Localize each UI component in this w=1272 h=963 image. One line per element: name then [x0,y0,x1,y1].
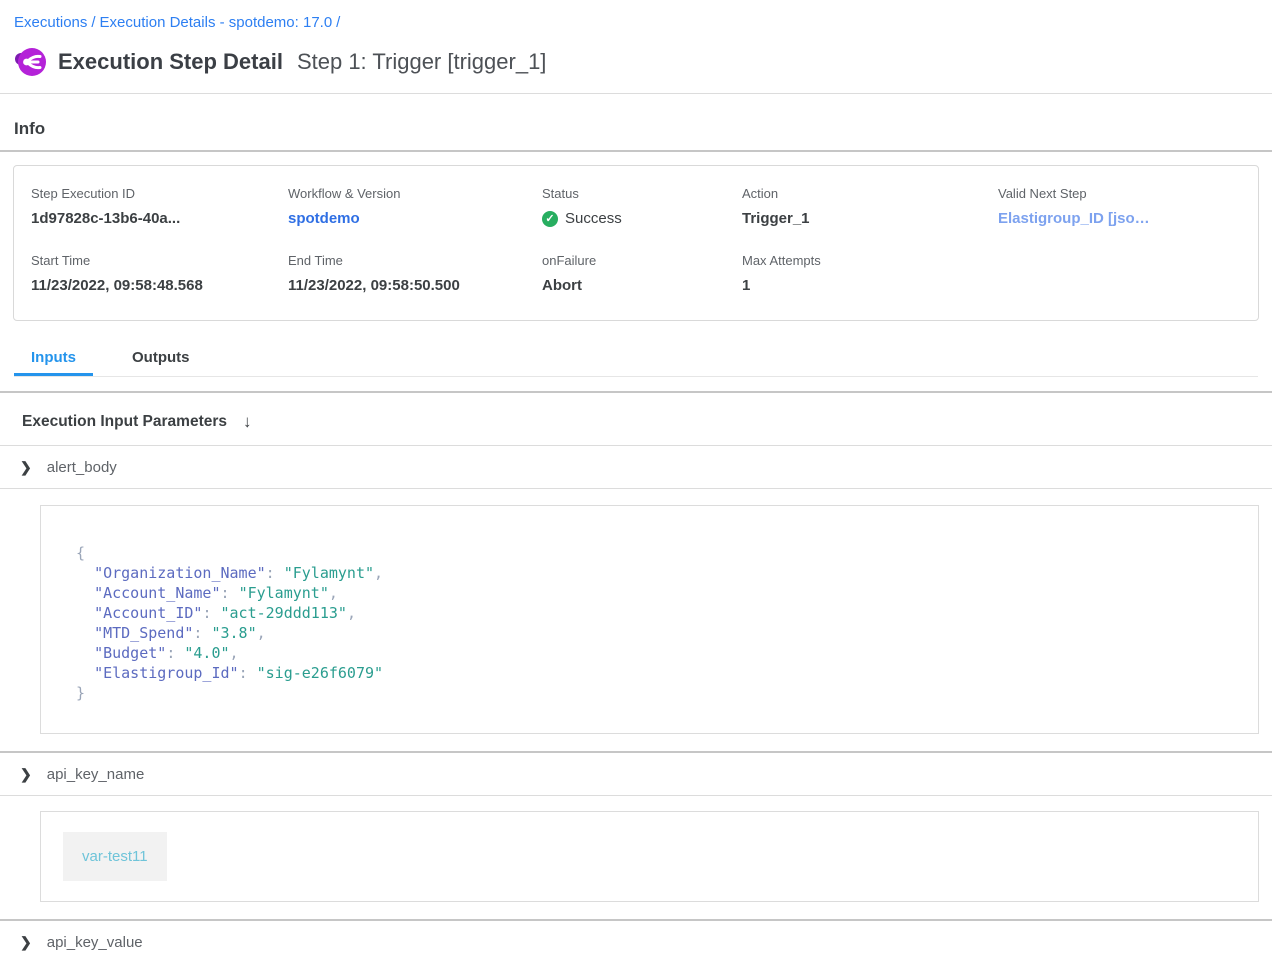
field-onfailure: onFailure Abort [542,253,742,294]
spacer [0,902,1272,919]
field-value: 1d97828c-13b6-40a... [31,210,288,227]
field-status: Status ✓ Success [542,186,742,227]
field-action: Action Trigger_1 [742,186,998,227]
api-key-name-content-box: var-test11 [40,811,1259,902]
breadcrumb-trailing-separator: / [332,14,344,31]
field-label: Max Attempts [742,253,998,268]
field-max-attempts: Max Attempts 1 [742,253,998,294]
page-header: Execution Step Detail Step 1: Trigger [t… [0,31,1272,94]
field-value: Trigger_1 [742,210,998,227]
divider [0,150,1272,152]
code-line: "MTD_Spend": "3.8", [76,623,1238,643]
execution-input-parameters-header: Execution Input Parameters ↓ [0,393,1272,445]
info-card: Step Execution ID 1d97828c-13b6-40a... W… [13,165,1259,321]
field-value: 11/23/2022, 09:58:50.500 [288,277,542,294]
section-label: api_key_name [47,766,145,783]
section-row-api-key-name[interactable]: ❯ api_key_name [0,753,1272,795]
scroll-down-arrow-icon[interactable]: ↓ [243,412,252,432]
execution-input-parameters-title: Execution Input Parameters [22,413,227,431]
info-section-heading: Info [0,94,1272,150]
success-check-icon: ✓ [542,211,558,227]
code-line: { [76,543,1238,563]
field-label: Start Time [31,253,288,268]
page-title: Execution Step Detail [58,49,283,75]
tab-outputs[interactable]: Outputs [115,335,207,376]
code-line: } [76,683,1238,703]
field-label: Valid Next Step [998,186,1248,201]
json-code-viewer[interactable]: { "Organization_Name": "Fylamynt", "Acco… [76,543,1238,703]
valid-next-step-link[interactable]: Elastigroup_ID [jso… [998,210,1248,227]
tab-inputs[interactable]: Inputs [14,335,93,376]
status-badge: ✓ Success [542,210,742,227]
section-row-api-key-value[interactable]: ❯ api_key_value [0,921,1272,963]
breadcrumb-separator: / [87,14,99,31]
breadcrumb: Executions/Execution Details - spotdemo:… [0,0,1272,31]
code-line: "Budget": "4.0", [76,643,1238,663]
status-text: Success [565,210,622,227]
field-step-execution-id: Step Execution ID 1d97828c-13b6-40a... [31,186,288,227]
field-label: Action [742,186,998,201]
divider [0,795,1272,796]
fylamynt-logo-icon [14,46,46,78]
field-valid-next-step: Valid Next Step Elastigroup_ID [jso… [998,186,1248,227]
page-subtitle: Step 1: Trigger [trigger_1] [297,49,546,75]
field-value: Abort [542,277,742,294]
field-label: Step Execution ID [31,186,288,201]
field-label: Status [542,186,742,201]
field-empty [998,253,1248,294]
chevron-right-icon: ❯ [20,458,32,476]
section-label: alert_body [47,459,117,476]
breadcrumb-link-execution-details[interactable]: Execution Details - spotdemo: 17.0 [100,14,333,31]
api-key-name-value-chip: var-test11 [63,832,167,881]
alert-body-content-box: { "Organization_Name": "Fylamynt", "Acco… [40,505,1259,734]
field-value: 11/23/2022, 09:58:48.568 [31,277,288,294]
field-value: 1 [742,277,998,294]
code-line: "Elastigroup_Id": "sig-e26f6079" [76,663,1238,683]
field-workflow-version: Workflow & Version spotdemo [288,186,542,227]
chevron-right-icon: ❯ [20,933,32,951]
breadcrumb-link-executions[interactable]: Executions [14,14,87,31]
code-line: "Account_ID": "act-29ddd113", [76,603,1238,623]
spacer [0,377,1272,391]
spacer [0,734,1272,751]
field-label: Workflow & Version [288,186,542,201]
divider [0,488,1272,489]
workflow-link[interactable]: spotdemo [288,210,542,227]
field-start-time: Start Time 11/23/2022, 09:58:48.568 [31,253,288,294]
code-line: "Organization_Name": "Fylamynt", [76,563,1238,583]
code-line: "Account_Name": "Fylamynt", [76,583,1238,603]
section-row-alert-body[interactable]: ❯ alert_body [0,446,1272,488]
field-label: End Time [288,253,542,268]
tab-bar: Inputs Outputs [14,335,1258,377]
chevron-right-icon: ❯ [20,765,32,783]
field-label: onFailure [542,253,742,268]
field-end-time: End Time 11/23/2022, 09:58:50.500 [288,253,542,294]
section-label: api_key_value [47,934,143,951]
